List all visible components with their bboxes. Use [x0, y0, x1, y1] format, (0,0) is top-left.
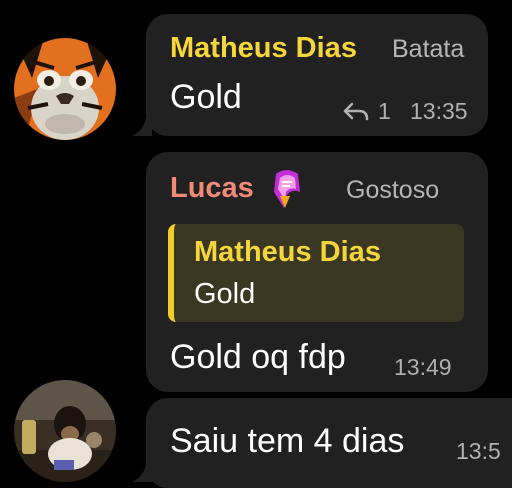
sender-avatar[interactable]: [14, 380, 116, 482]
reply-arrow-icon: [343, 102, 369, 120]
reply-counter[interactable]: 1: [342, 98, 391, 125]
quoted-text: Gold: [194, 278, 256, 310]
sticker-emoji-icon: [270, 168, 304, 215]
sender-tag: Gostoso: [346, 176, 440, 204]
message-time: 13:35: [410, 98, 468, 124]
quoted-message[interactable]: Matheus Dias Gold: [168, 224, 464, 322]
message-text: Saiu tem 4 dias: [170, 422, 405, 460]
sender-name[interactable]: Lucas: [170, 172, 254, 205]
message-bubble[interactable]: Lucas Gostoso Matheus Dias Gold Gold oq …: [146, 152, 488, 392]
message-text: Gold: [170, 78, 242, 116]
message-bubble[interactable]: Saiu tem 4 dias 13:5: [146, 398, 512, 488]
quoted-sender: Matheus Dias: [194, 236, 381, 268]
bubble-tail: [132, 464, 152, 482]
sender-tag: Batata: [392, 35, 465, 63]
dog-photo-avatar: [14, 380, 116, 482]
message-time: 13:5: [456, 438, 501, 464]
message-bubble[interactable]: Matheus Dias Batata Gold 1 13:35: [146, 14, 488, 136]
sender-name[interactable]: Matheus Dias: [170, 32, 357, 65]
tiger-face-avatar: [14, 38, 116, 140]
message-text: Gold oq fdp: [170, 338, 346, 376]
reply-count: 1: [378, 98, 391, 124]
sender-avatar[interactable]: [14, 38, 116, 140]
bubble-tail: [132, 118, 152, 136]
message-time: 13:49: [394, 354, 452, 380]
